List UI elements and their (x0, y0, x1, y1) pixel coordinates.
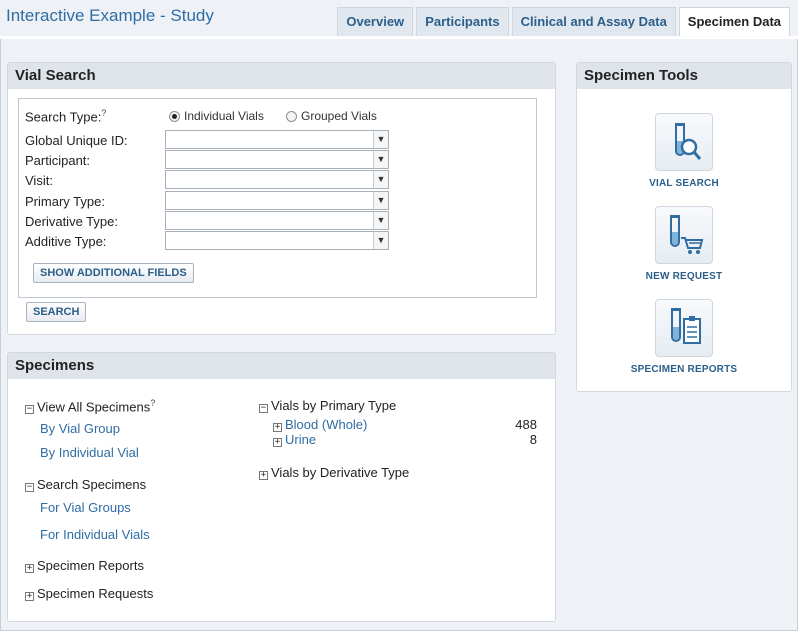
field-label-visit: Visit: (25, 173, 53, 188)
radio-selected-icon (169, 110, 180, 122)
help-icon[interactable]: ? (101, 108, 106, 118)
radio-unselected-icon (286, 110, 297, 122)
primary-type-blood-label: Blood (Whole) (285, 417, 368, 432)
vials-by-primary-type-toggle[interactable]: − Vials by Primary Type (259, 398, 396, 413)
by-individual-vial-link[interactable]: By Individual Vial (40, 445, 139, 460)
chevron-down-icon: ▼ (373, 192, 388, 209)
field-label-additive-type: Additive Type: (25, 234, 107, 249)
visit-select[interactable]: ▼ (165, 170, 389, 189)
vial-search-tool-label: VIAL SEARCH (649, 178, 719, 189)
chevron-down-icon: ▼ (373, 171, 388, 188)
for-vial-groups-link[interactable]: For Vial Groups (40, 500, 131, 515)
tab-specimen-data[interactable]: Specimen Data (678, 7, 790, 36)
specimen-reports-toggle[interactable]: + Specimen Reports (25, 558, 144, 573)
search-specimens-label: Search Specimens (37, 477, 147, 492)
primary-type-urine[interactable]: + Urine (273, 432, 316, 447)
vial-search-panel: Vial Search Search Type:? Individual Via… (7, 62, 556, 335)
search-button[interactable]: SEARCH (26, 302, 87, 322)
field-label-participant: Participant: (25, 153, 91, 168)
radio-individual-vials[interactable]: Individual Vials (169, 109, 264, 123)
tab-overview[interactable]: Overview (337, 7, 414, 36)
additive-type-select[interactable]: ▼ (165, 231, 389, 250)
vial-search-form: Search Type:? Individual Vials Grouped V… (18, 98, 537, 298)
vials-by-primary-type-label: Vials by Primary Type (271, 398, 397, 413)
chevron-down-icon: ▼ (373, 212, 388, 229)
specimen-reports-tool[interactable]: SPECIMEN REPORTS (577, 299, 791, 375)
header: Interactive Example - Study Overview Par… (0, 0, 798, 36)
specimen-tools-title: Specimen Tools (577, 63, 791, 89)
expand-icon: + (273, 422, 282, 432)
radio-individual-vials-label: Individual Vials (184, 109, 264, 123)
tab-bar: Overview Participants Clinical and Assay… (337, 7, 790, 36)
by-vial-group-link[interactable]: By Vial Group (40, 421, 120, 436)
field-label-global-unique-id: Global Unique ID: (25, 133, 128, 148)
for-individual-vials-link[interactable]: For Individual Vials (40, 527, 150, 542)
tab-clinical-assay-data[interactable]: Clinical and Assay Data (511, 7, 676, 36)
derivative-type-select[interactable]: ▼ (165, 211, 389, 230)
chevron-down-icon: ▼ (373, 151, 388, 168)
tab-participants[interactable]: Participants (416, 7, 509, 36)
test-tube-magnifier-icon (655, 113, 713, 171)
expand-icon: + (259, 470, 268, 480)
specimen-tools-panel: Specimen Tools VIAL SEARCH NEW REQUEST S… (576, 62, 792, 392)
specimens-panel: Specimens − View All Specimens? By Vial G… (7, 352, 556, 622)
view-all-specimens-label: View All Specimens (37, 399, 151, 415)
specimen-requests-label: Specimen Requests (37, 586, 154, 601)
global-unique-id-select[interactable]: ▼ (165, 130, 389, 149)
collapse-icon: − (259, 403, 268, 413)
expand-icon: + (25, 591, 34, 601)
field-label-derivative-type: Derivative Type: (25, 214, 118, 229)
view-all-specimens-toggle[interactable]: − View All Specimens? (25, 398, 155, 415)
new-request-tool-label: NEW REQUEST (645, 271, 723, 282)
specimen-reports-label: Specimen Reports (37, 558, 144, 573)
search-specimens-toggle[interactable]: − Search Specimens (25, 477, 146, 492)
collapse-icon: − (25, 404, 34, 415)
specimen-requests-toggle[interactable]: + Specimen Requests (25, 586, 153, 601)
vials-by-derivative-type-label: Vials by Derivative Type (271, 465, 410, 480)
expand-icon: + (273, 437, 282, 447)
radio-grouped-vials-label: Grouped Vials (301, 109, 377, 123)
collapse-icon: − (25, 482, 34, 492)
search-type-label: Search Type:? (25, 108, 106, 124)
specimens-title: Specimens (8, 353, 555, 379)
test-tube-cart-icon (655, 206, 713, 264)
vial-search-tool[interactable]: VIAL SEARCH (577, 113, 791, 189)
specimen-reports-tool-label: SPECIMEN REPORTS (630, 364, 738, 375)
show-additional-fields-button[interactable]: SHOW ADDITIONAL FIELDS (33, 263, 194, 283)
primary-type-blood-whole[interactable]: + Blood (Whole) (273, 417, 367, 432)
urine-count: 8 (529, 432, 537, 447)
app-title[interactable]: Interactive Example - Study (6, 6, 214, 26)
vials-by-derivative-type-toggle[interactable]: + Vials by Derivative Type (259, 465, 409, 480)
chevron-down-icon: ▼ (373, 131, 388, 148)
primary-type-urine-label: Urine (285, 432, 317, 447)
tab-underline (0, 36, 798, 39)
search-type-text: Search Type: (25, 109, 102, 125)
new-request-tool[interactable]: NEW REQUEST (577, 206, 791, 282)
participant-select[interactable]: ▼ (165, 150, 389, 169)
blood-whole-count: 488 (515, 417, 537, 432)
chevron-down-icon: ▼ (373, 232, 388, 249)
test-tube-clipboard-icon (655, 299, 713, 357)
radio-grouped-vials[interactable]: Grouped Vials (286, 109, 377, 123)
vial-search-title: Vial Search (8, 63, 555, 89)
help-icon[interactable]: ? (150, 398, 155, 408)
primary-type-select[interactable]: ▼ (165, 191, 389, 210)
field-label-primary-type: Primary Type: (25, 194, 105, 209)
expand-icon: + (25, 563, 34, 573)
